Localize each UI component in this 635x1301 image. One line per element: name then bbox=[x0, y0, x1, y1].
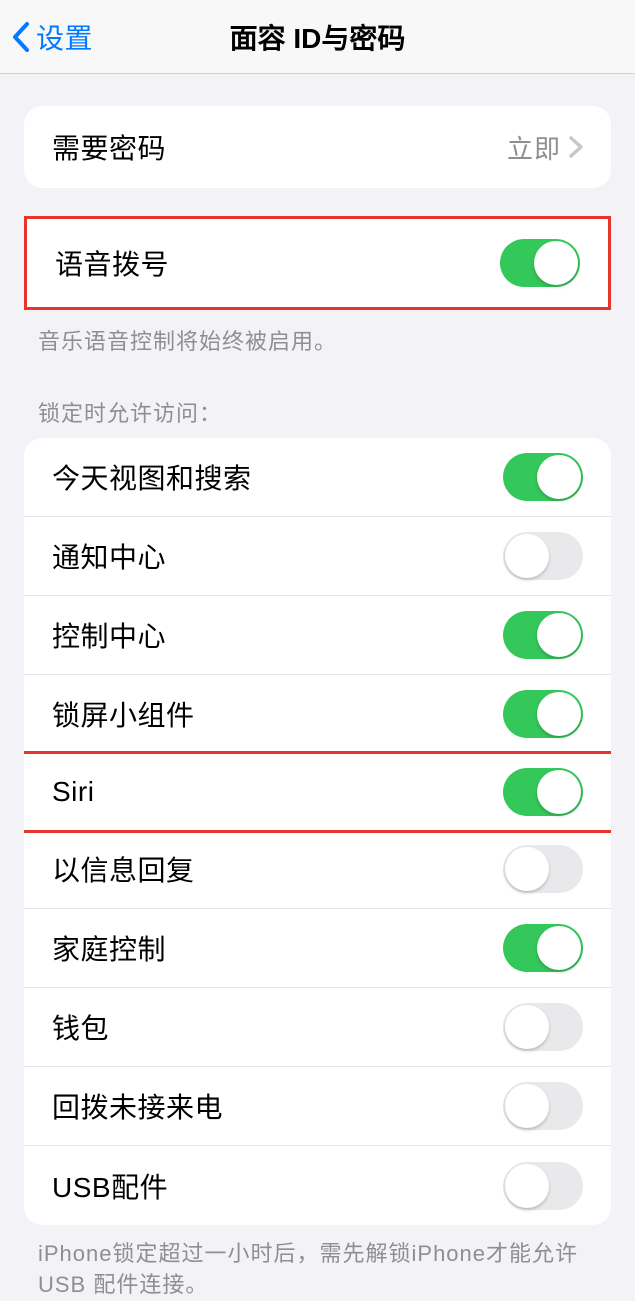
access-label: 家庭控制 bbox=[52, 928, 503, 968]
require-passcode-group: 需要密码 立即 bbox=[24, 106, 611, 188]
access-row-reply: 以信息回复 bbox=[24, 830, 611, 909]
access-row-siri: Siri bbox=[24, 751, 611, 833]
access-label: Siri bbox=[52, 776, 503, 808]
access-switch-siri[interactable] bbox=[503, 768, 583, 816]
access-row-notifications: 通知中心 bbox=[24, 517, 611, 596]
usb-footer-note: iPhone锁定超过一小时后，需先解锁iPhone才能允许USB 配件连接。 bbox=[38, 1239, 611, 1301]
access-switch-notifications[interactable] bbox=[503, 532, 583, 580]
access-switch-usb[interactable] bbox=[503, 1162, 583, 1210]
chevron-left-icon bbox=[12, 22, 30, 52]
access-label: USB配件 bbox=[52, 1166, 503, 1206]
access-row-widgets: 锁屏小组件 bbox=[24, 675, 611, 754]
access-row-home: 家庭控制 bbox=[24, 909, 611, 988]
require-passcode-label: 需要密码 bbox=[52, 127, 507, 167]
access-switch-widgets[interactable] bbox=[503, 690, 583, 738]
access-row-usb: USB配件 bbox=[24, 1146, 611, 1225]
access-label: 今天视图和搜索 bbox=[52, 457, 503, 497]
back-label: 设置 bbox=[36, 17, 93, 57]
access-group: 今天视图和搜索 通知中心 控制中心 锁屏小组件 Siri 以信息回复 家庭控制 … bbox=[24, 438, 611, 1225]
page-title: 面容 ID与密码 bbox=[0, 17, 635, 57]
access-row-today: 今天视图和搜索 bbox=[24, 438, 611, 517]
access-switch-reply[interactable] bbox=[503, 845, 583, 893]
access-switch-callback[interactable] bbox=[503, 1082, 583, 1130]
access-label: 通知中心 bbox=[52, 536, 503, 576]
access-label: 控制中心 bbox=[52, 615, 503, 655]
access-switch-today[interactable] bbox=[503, 453, 583, 501]
access-row-callback: 回拨未接来电 bbox=[24, 1067, 611, 1146]
access-row-control-center: 控制中心 bbox=[24, 596, 611, 675]
header-bar: 设置 面容 ID与密码 bbox=[0, 0, 635, 74]
access-switch-wallet[interactable] bbox=[503, 1003, 583, 1051]
access-label: 以信息回复 bbox=[52, 849, 503, 889]
require-passcode-value: 立即 bbox=[507, 129, 561, 166]
access-label: 锁屏小组件 bbox=[52, 694, 503, 734]
chevron-right-icon bbox=[569, 136, 583, 158]
require-passcode-row[interactable]: 需要密码 立即 bbox=[24, 106, 611, 188]
access-switch-control-center[interactable] bbox=[503, 611, 583, 659]
access-switch-home[interactable] bbox=[503, 924, 583, 972]
access-section-header: 锁定时允许访问： bbox=[38, 396, 611, 428]
back-button[interactable]: 设置 bbox=[0, 17, 93, 57]
voice-dial-row: 语音拨号 bbox=[27, 219, 608, 307]
voice-dial-label: 语音拨号 bbox=[55, 243, 500, 283]
access-label: 钱包 bbox=[52, 1007, 503, 1047]
access-label: 回拨未接来电 bbox=[52, 1086, 503, 1126]
voice-dial-switch[interactable] bbox=[500, 239, 580, 287]
voice-dial-footer: 音乐语音控制将始终被启用。 bbox=[38, 324, 611, 356]
voice-dial-highlight: 语音拨号 bbox=[24, 216, 611, 310]
access-row-wallet: 钱包 bbox=[24, 988, 611, 1067]
